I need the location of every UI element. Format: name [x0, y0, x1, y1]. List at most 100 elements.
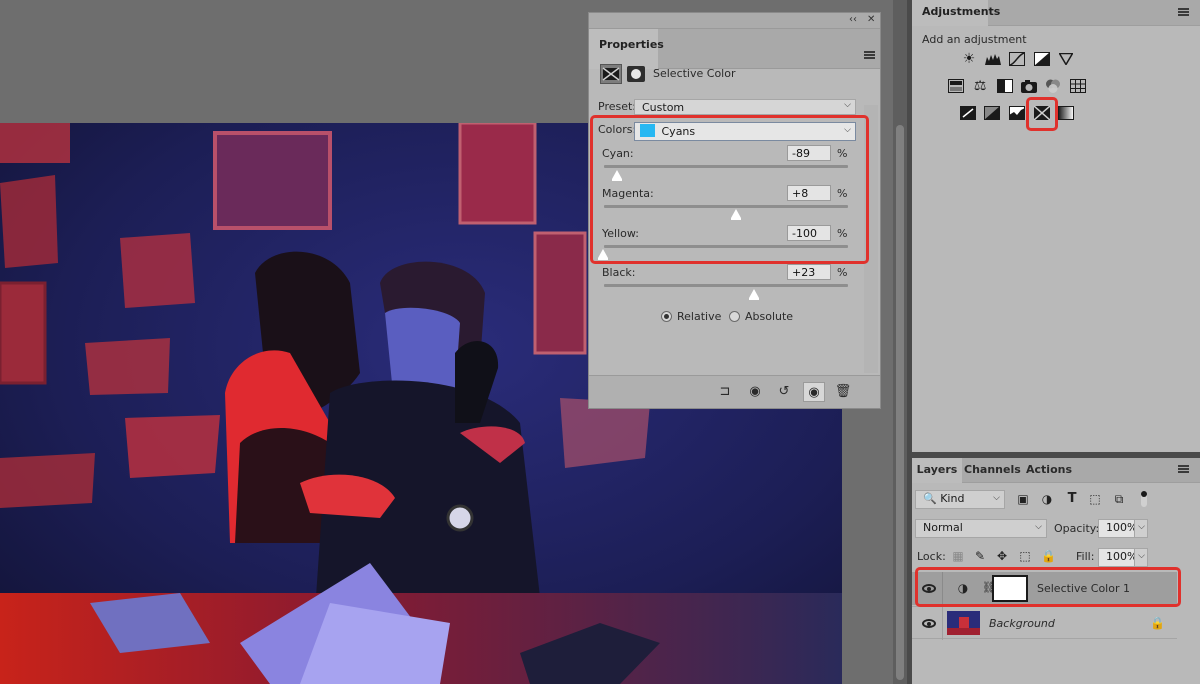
- clip-to-layer-icon[interactable]: ⊐: [714, 382, 736, 402]
- chevron-down-icon: ⌵: [844, 100, 851, 110]
- exposure-icon[interactable]: [1033, 50, 1051, 68]
- brightness-contrast-icon[interactable]: ☀: [960, 50, 978, 68]
- fill-label: Fill:: [1076, 550, 1095, 563]
- threshold-icon[interactable]: [1008, 104, 1026, 122]
- preset-dropdown[interactable]: Custom ⌵: [634, 99, 856, 115]
- scrollbar-thumb[interactable]: [896, 125, 904, 680]
- yellow-value-field[interactable]: -100: [787, 225, 831, 241]
- filter-type-icon[interactable]: T: [1065, 491, 1079, 506]
- black-white-icon[interactable]: [996, 77, 1014, 95]
- properties-footer: ⊐ ◉ ↺ ◉ 🗑: [589, 375, 880, 408]
- cyan-slider-thumb[interactable]: [612, 170, 622, 181]
- opacity-value: 100%: [1106, 521, 1138, 534]
- visibility-eye-icon[interactable]: [922, 619, 936, 628]
- properties-tab-row: Properties: [589, 29, 880, 69]
- layer-row-selective-color[interactable]: ◑ ⛓ Selective Color 1: [912, 572, 1177, 605]
- trash-icon[interactable]: 🗑: [832, 382, 854, 402]
- layer-row-background[interactable]: Background 🔒: [912, 606, 1177, 640]
- visibility-icon[interactable]: ◉: [803, 382, 825, 402]
- colors-value: Cyans: [661, 125, 696, 138]
- magenta-percent: %: [837, 187, 848, 200]
- tab-adjustments[interactable]: Adjustments: [912, 0, 1000, 26]
- levels-icon[interactable]: [984, 50, 1002, 68]
- lock-transparent-icon[interactable]: ▦: [951, 549, 965, 563]
- filter-pixel-icon[interactable]: ▣: [1016, 492, 1030, 506]
- photo-filter-icon[interactable]: [1020, 77, 1038, 95]
- opacity-label: Opacity:: [1054, 522, 1100, 535]
- view-previous-state-icon[interactable]: ◉: [744, 382, 766, 402]
- black-label: Black:: [602, 266, 636, 279]
- panel-menu-icon[interactable]: [1178, 465, 1189, 473]
- relative-radio[interactable]: [661, 311, 672, 322]
- lock-artboard-icon[interactable]: ⬚: [1018, 549, 1032, 563]
- panel-menu-icon[interactable]: [1178, 8, 1189, 16]
- properties-scrollbar[interactable]: [864, 105, 878, 373]
- posterize-icon[interactable]: [983, 104, 1001, 122]
- absolute-label: Absolute: [745, 310, 794, 323]
- link-chain-icon[interactable]: ⛓: [982, 581, 996, 594]
- magenta-slider-track[interactable]: [604, 205, 848, 208]
- blend-mode-dropdown[interactable]: Normal ⌵: [915, 519, 1047, 538]
- selective-color-adjustment-icon[interactable]: [600, 64, 622, 84]
- gradient-map-icon[interactable]: [1057, 104, 1075, 122]
- colors-dropdown[interactable]: Cyans ⌵: [634, 122, 856, 141]
- tab-layers[interactable]: Layers: [912, 458, 962, 483]
- filter-toggle[interactable]: [1141, 491, 1147, 507]
- visibility-eye-icon[interactable]: [922, 584, 936, 593]
- reset-icon[interactable]: ↺: [773, 382, 795, 402]
- filter-kind-dropdown[interactable]: 🔍 Kind ⌵: [915, 490, 1005, 509]
- curves-icon[interactable]: [1008, 50, 1026, 68]
- magenta-label: Magenta:: [602, 187, 654, 200]
- lock-label: Lock:: [917, 550, 946, 563]
- black-value-field[interactable]: +23: [787, 264, 831, 280]
- magenta-slider-thumb[interactable]: [731, 209, 741, 220]
- filter-shape-icon[interactable]: ⬚: [1088, 492, 1102, 506]
- filter-adjustment-icon[interactable]: ◑: [1040, 492, 1054, 506]
- adjustments-tab-row: Adjustments: [912, 0, 1200, 26]
- yellow-slider-track[interactable]: [604, 245, 848, 248]
- color-lookup-icon[interactable]: [1069, 77, 1087, 95]
- black-slider-thumb[interactable]: [749, 289, 759, 300]
- black-slider-track[interactable]: [604, 284, 848, 287]
- yellow-label: Yellow:: [602, 227, 639, 240]
- tab-properties[interactable]: Properties: [589, 29, 664, 69]
- lock-position-icon[interactable]: ✥: [995, 549, 1009, 563]
- cyan-value-field[interactable]: -89: [787, 145, 831, 161]
- preset-value: Custom: [642, 101, 685, 114]
- layer-name[interactable]: Background: [989, 617, 1055, 630]
- lock-all-icon[interactable]: 🔒: [1041, 549, 1056, 563]
- properties-titlebar[interactable]: ‹‹ ✕: [589, 13, 880, 29]
- filter-kind-value: Kind: [940, 492, 965, 505]
- black-percent: %: [837, 266, 848, 279]
- gradient-triangle-icon[interactable]: [1057, 50, 1075, 68]
- properties-panel: ‹‹ ✕ Properties Selective Color Preset: …: [588, 12, 881, 409]
- absolute-radio[interactable]: [729, 311, 740, 322]
- lock-icon[interactable]: 🔒: [1150, 616, 1165, 630]
- opacity-dropdown-button[interactable]: ⌵: [1134, 519, 1148, 538]
- chevron-down-icon: ⌵: [844, 125, 851, 135]
- selective-color-icon[interactable]: [1033, 104, 1051, 122]
- hue-saturation-icon[interactable]: [947, 77, 965, 95]
- layer-mask-thumbnail[interactable]: [992, 575, 1028, 602]
- filter-smart-object-icon[interactable]: ⧉: [1112, 492, 1126, 507]
- cyan-slider-track[interactable]: [604, 165, 848, 168]
- layers-tab-row: Layers Channels Actions: [912, 458, 1200, 483]
- color-balance-icon[interactable]: ⚖: [971, 77, 989, 95]
- tab-actions[interactable]: Actions: [1023, 458, 1075, 483]
- lock-image-icon[interactable]: ✎: [973, 549, 987, 563]
- close-icon[interactable]: ✕: [867, 14, 875, 25]
- fill-dropdown-button[interactable]: ⌵: [1134, 548, 1148, 567]
- cyan-label: Cyan:: [602, 147, 634, 160]
- tab-channels[interactable]: Channels: [964, 458, 1021, 483]
- layer-name[interactable]: Selective Color 1: [1037, 582, 1130, 595]
- panel-menu-icon[interactable]: [864, 51, 875, 59]
- channel-mixer-icon[interactable]: [1044, 77, 1062, 95]
- canvas-vertical-scrollbar[interactable]: [893, 0, 907, 684]
- invert-icon[interactable]: [959, 104, 977, 122]
- layer-mask-icon[interactable]: [627, 66, 645, 82]
- collapse-icon[interactable]: ‹‹: [849, 14, 857, 25]
- adjustments-panel: Adjustments Add an adjustment ☀ ⚖: [912, 0, 1200, 452]
- yellow-slider-thumb[interactable]: [598, 249, 608, 260]
- blend-mode-value: Normal: [923, 521, 963, 534]
- magenta-value-field[interactable]: +8: [787, 185, 831, 201]
